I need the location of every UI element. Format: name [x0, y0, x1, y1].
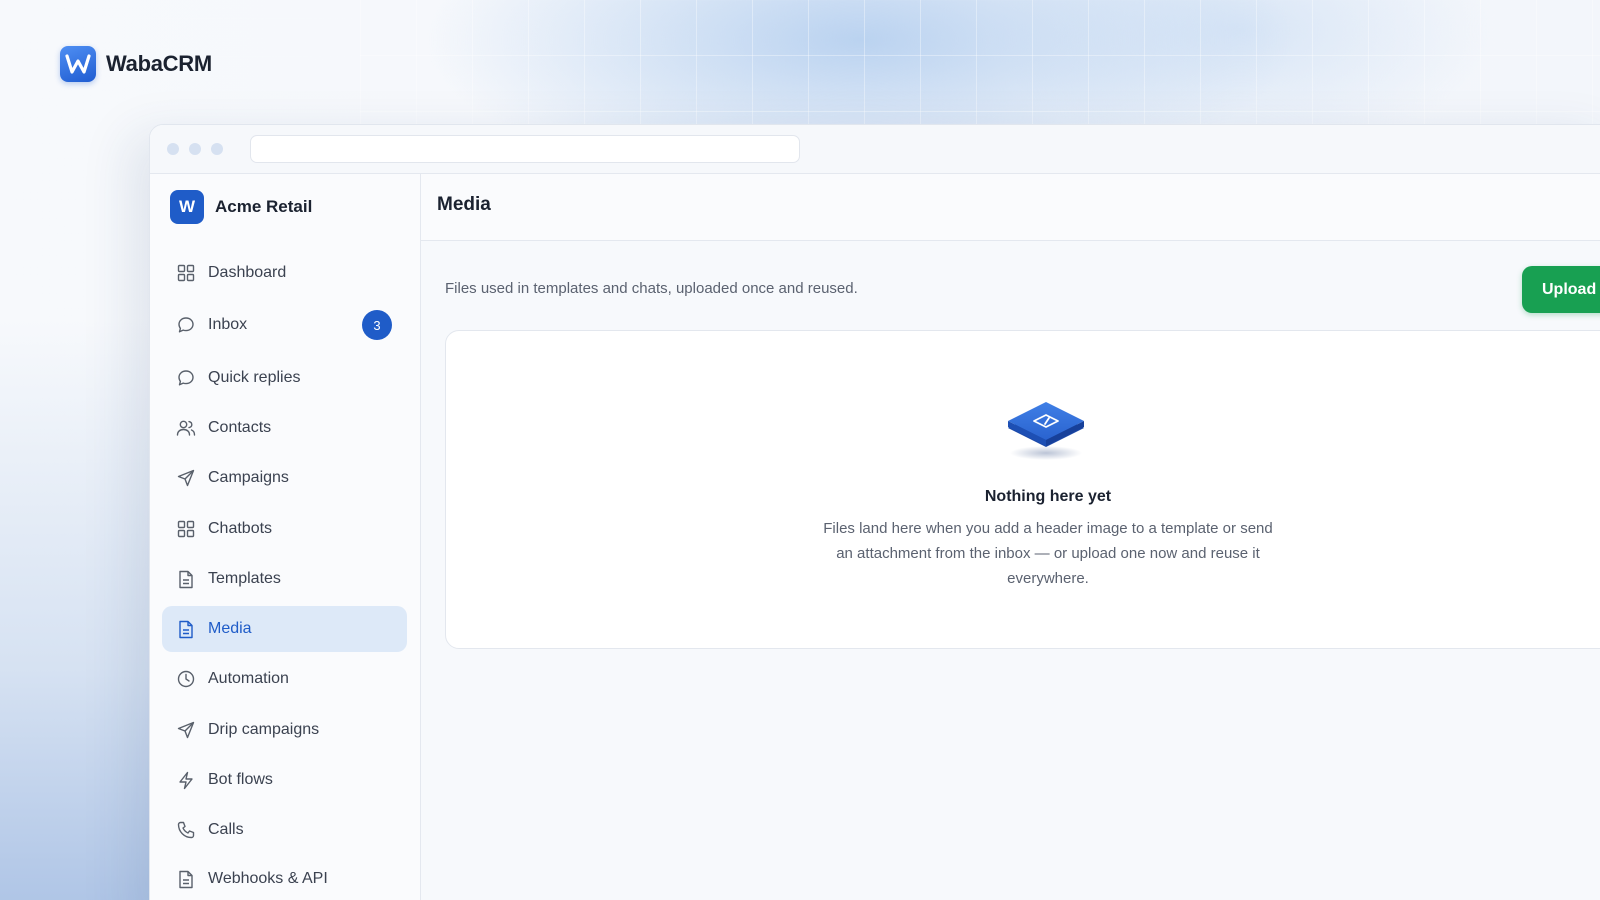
sidebar-item-label: Templates [208, 570, 281, 587]
sidebar-item-calls[interactable]: Calls [162, 807, 407, 853]
chat-bubble-icon [176, 368, 196, 388]
users-icon [176, 418, 196, 438]
sidebar-item-label: Automation [208, 670, 289, 687]
document-icon [176, 869, 196, 889]
sidebar-item-label: Bot flows [208, 771, 273, 788]
page-title: Media [437, 194, 491, 215]
background-grid [360, 0, 1600, 125]
sidebar-item-label: Inbox [208, 316, 248, 333]
empty-state-title: Nothing here yet [984, 488, 1112, 505]
sidebar-item-media[interactable]: Media [162, 606, 407, 652]
media-tile-icon [1004, 397, 1088, 461]
sidebar-item-drip-campaigns[interactable]: Drip campaigns [162, 707, 407, 753]
window-dot-minimize[interactable] [189, 143, 201, 155]
send-icon [176, 468, 196, 488]
sidebar-item-inbox[interactable]: Inbox 3 [162, 302, 407, 348]
phone-icon [176, 820, 196, 840]
grid-icon [176, 263, 196, 283]
browser-window: W Acme Retail Dashboard Inbox 3 Quick re… [149, 124, 1600, 900]
sidebar-item-label: Webhooks & API [208, 870, 328, 887]
sidebar-item-dashboard[interactable]: Dashboard [162, 250, 407, 296]
sidebar-item-label: Campaigns [208, 469, 289, 486]
org-name: Acme Retail [215, 197, 313, 216]
sidebar-item-label: Quick replies [208, 369, 301, 386]
sidebar-item-quick-replies[interactable]: Quick replies [162, 355, 407, 401]
brand-name: WabaCRM [106, 51, 212, 76]
sidebar-item-webhooks-api[interactable]: Webhooks & API [162, 856, 407, 900]
browser-titlebar [150, 125, 1600, 174]
sidebar-item-label: Calls [208, 821, 244, 838]
sidebar-item-label: Chatbots [208, 520, 273, 537]
page-subtitle: Files used in templates and chats, uploa… [445, 280, 858, 297]
upload-button[interactable]: Upload [1522, 266, 1600, 313]
send-icon [176, 720, 196, 740]
window-dot-close[interactable] [167, 143, 179, 155]
sidebar-item-label: Contacts [208, 419, 272, 436]
chat-bubble-icon [176, 315, 196, 335]
grid-icon [176, 519, 196, 539]
unread-count-badge: 3 [362, 310, 392, 340]
address-bar[interactable] [250, 135, 800, 163]
document-icon [176, 619, 196, 639]
sidebar: W Acme Retail Dashboard Inbox 3 Quick re… [150, 174, 421, 900]
sidebar-item-templates[interactable]: Templates [162, 556, 407, 602]
org-switcher[interactable]: W Acme Retail [170, 190, 312, 224]
document-icon [176, 569, 196, 589]
sidebar-item-label: Media [208, 620, 252, 637]
sidebar-item-chatbots[interactable]: Chatbots [162, 506, 407, 552]
sidebar-item-label: Drip campaigns [208, 721, 320, 738]
sidebar-item-bot-flows[interactable]: Bot flows [162, 757, 407, 803]
sidebar-item-automation[interactable]: Automation [162, 656, 407, 702]
brand: WabaCRM [60, 46, 212, 82]
org-avatar: W [170, 190, 204, 224]
empty-state-card: Nothing here yet Files land here when yo… [445, 330, 1600, 649]
background-glow-left [0, 320, 170, 900]
page-header: Media [421, 174, 1600, 241]
w-logo-icon [60, 46, 96, 82]
empty-state-description: Files land here when you add a header im… [823, 520, 1273, 587]
main-content: Media Files used in templates and chats,… [421, 174, 1600, 900]
window-dot-maximize[interactable] [211, 143, 223, 155]
sidebar-item-label: Dashboard [208, 264, 287, 281]
bolt-icon [176, 770, 196, 790]
sidebar-item-contacts[interactable]: Contacts [162, 405, 407, 451]
clock-icon [176, 669, 196, 689]
sidebar-item-campaigns[interactable]: Campaigns [162, 455, 407, 501]
